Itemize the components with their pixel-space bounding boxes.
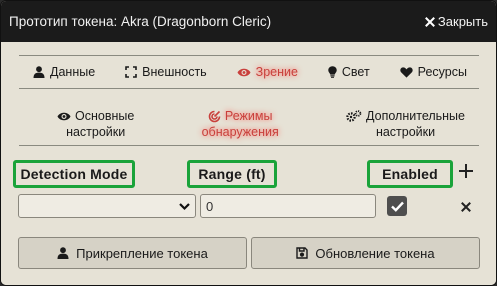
tab-resources[interactable]: Ресурсы <box>400 65 467 79</box>
tab-resources-label: Ресурсы <box>417 65 467 79</box>
tab-light-label: Свет <box>341 65 370 79</box>
subtab-detection-line2: обнаружения <box>201 125 279 139</box>
cogs-icon <box>346 110 362 122</box>
heart-icon <box>400 66 413 78</box>
close-icon <box>425 17 435 27</box>
tab-data[interactable]: Данные <box>33 65 95 79</box>
close-label: Закрыть <box>437 14 488 29</box>
chevron-down-icon <box>179 203 190 211</box>
expand-icon <box>125 66 137 78</box>
tab-vision[interactable]: Зрение <box>237 65 298 79</box>
subtab-basic-line1: Основные <box>75 109 135 123</box>
tab-data-label: Данные <box>50 65 96 79</box>
subtab-basic-settings[interactable]: Основные настройки <box>57 108 134 140</box>
lightbulb-icon <box>328 66 337 78</box>
secondary-tabs: Основные настройки Режимы обнаружения До… <box>19 100 479 146</box>
radar-icon <box>208 110 221 122</box>
window-titlebar[interactable]: Прототип токена: Akra (Dragonborn Cleric… <box>1 1 496 42</box>
subtab-detection-modes[interactable]: Режимы обнаружения <box>202 108 279 140</box>
tab-appearance-label: Внешность <box>142 65 207 79</box>
user-icon <box>57 247 69 259</box>
window-title: Прототип токена: Akra (Dragonborn Cleric… <box>9 14 272 29</box>
checkmark-icon <box>390 201 404 212</box>
close-button[interactable]: Закрыть <box>425 14 488 29</box>
subtab-advanced-line2: настройки <box>375 125 436 139</box>
primary-tabs: Данные Внешность Зрение Свет Ресурсы <box>19 55 479 89</box>
enabled-checkbox[interactable] <box>387 196 407 216</box>
tab-vision-label: Зрение <box>255 65 298 79</box>
subtab-detection-line1: Режимы <box>224 109 273 123</box>
eye-icon <box>237 68 251 76</box>
add-detection-mode-button[interactable] <box>459 164 473 178</box>
range-header: Range (ft) <box>187 160 277 188</box>
user-icon <box>33 66 45 78</box>
range-input[interactable] <box>200 194 376 218</box>
window-content: Данные Внешность Зрение Свет Ресурсы Осн… <box>1 42 496 285</box>
detection-mode-header: Detection Mode <box>13 160 135 188</box>
tab-appearance[interactable]: Внешность <box>125 65 207 79</box>
attach-token-button[interactable]: Прикрепление токена <box>18 237 247 269</box>
remove-detection-mode-button[interactable] <box>461 202 471 212</box>
attach-token-label: Прикрепление токена <box>76 245 208 261</box>
detection-mode-select[interactable] <box>18 194 196 218</box>
update-token-label: Обновление токена <box>315 245 435 261</box>
enabled-header: Enabled <box>367 160 453 188</box>
update-token-button[interactable]: Обновление токена <box>251 237 480 269</box>
token-config-window: Прототип токена: Akra (Dragonborn Cleric… <box>0 0 497 286</box>
subtab-advanced-settings[interactable]: Дополнительные настройки <box>346 108 465 140</box>
subtab-advanced-line1: Дополнительные <box>366 109 465 123</box>
tab-light[interactable]: Свет <box>328 65 370 79</box>
eye-icon <box>57 112 71 120</box>
subtab-basic-line2: настройки <box>66 125 126 139</box>
save-icon <box>296 247 309 259</box>
